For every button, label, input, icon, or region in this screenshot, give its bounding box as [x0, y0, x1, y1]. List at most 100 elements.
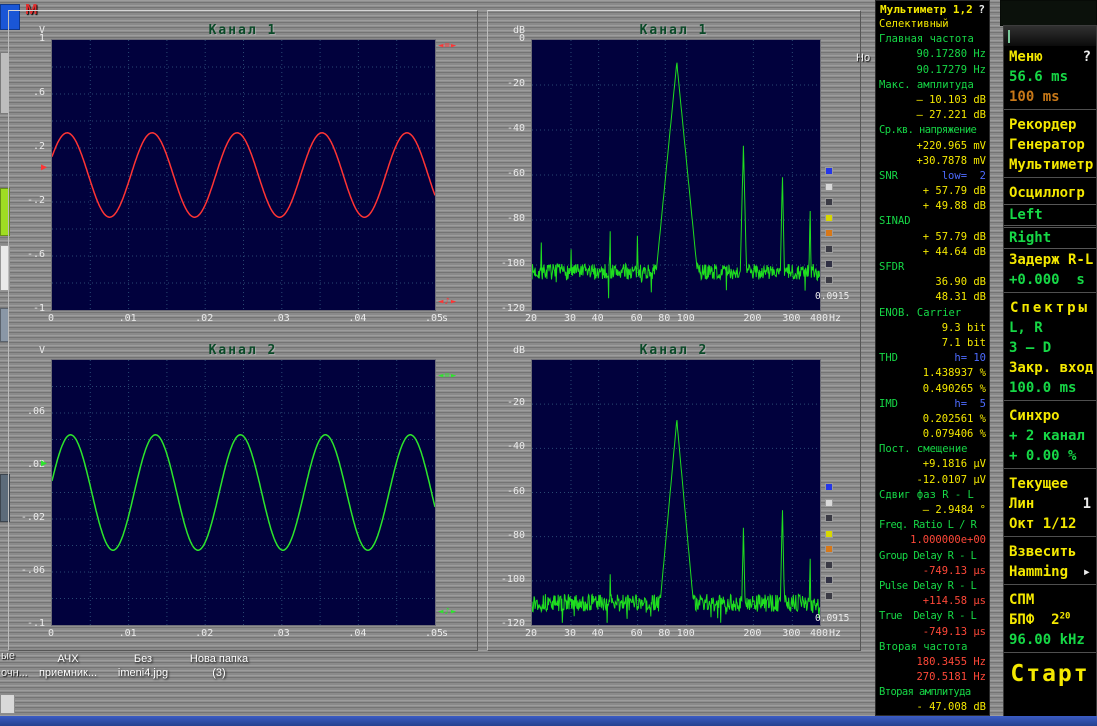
legend-swatch[interactable]	[825, 514, 833, 522]
control-item-octave[interactable]: Окт 1/12	[1004, 514, 1096, 534]
legend-swatch[interactable]	[825, 545, 833, 553]
metric-value: -12.0107 µV	[916, 473, 986, 486]
legend-swatch[interactable]	[825, 498, 833, 507]
legend-swatch[interactable]	[825, 275, 833, 284]
spectrum-plot-area[interactable]	[531, 359, 821, 626]
multimeter-row: 0.079406 %	[876, 427, 989, 442]
trigger-marker-icon[interactable]: ▶	[41, 162, 47, 174]
metric-label: SINAD	[879, 215, 911, 228]
control-item-current[interactable]: Текущее	[1004, 474, 1096, 494]
divider	[1004, 652, 1096, 656]
legend-swatch[interactable]	[825, 182, 833, 191]
legend-swatch[interactable]	[825, 560, 833, 569]
desktop-icon-label[interactable]: Без imeni4.jpg	[103, 652, 183, 680]
desktop-icon-label[interactable]: АЧХ приемник...	[28, 652, 108, 680]
control-item-lin[interactable]: Лин 1	[1004, 494, 1096, 514]
legend-swatch[interactable]	[825, 529, 833, 538]
legend-swatch[interactable]	[825, 198, 833, 206]
multimeter-row: Pulse Delay R - L	[876, 579, 989, 594]
multimeter-row: Пост. смещение	[876, 442, 989, 457]
scroll-control-icon[interactable]: ◄=►	[438, 41, 457, 51]
help-icon[interactable]: ?	[978, 3, 985, 16]
x-tick-label: .04	[348, 628, 367, 639]
trigger-marker-icon[interactable]: ▶	[41, 458, 47, 470]
multimeter-row: +9.1816 µV	[876, 457, 989, 472]
legend-swatch[interactable]	[825, 244, 833, 253]
x-tick-label: 60	[630, 628, 643, 639]
spectrum-plot-area[interactable]	[531, 39, 821, 311]
control-item-buffer-length[interactable]: 100 ms	[1004, 87, 1096, 107]
control-item-hamming[interactable]: Hamming ▸	[1004, 562, 1096, 582]
spectrum-trace	[531, 62, 821, 299]
multimeter-row: 270.5181 Hz	[876, 670, 989, 685]
multimeter-row: + 57.79 dB	[876, 230, 989, 245]
multimeter-row: + 44.64 dB	[876, 245, 989, 260]
legend-swatch[interactable]	[825, 576, 833, 584]
scroll-control-icon[interactable]: ◄♪►	[438, 607, 457, 617]
control-item-plus-2-channel[interactable]: + 2 канал	[1004, 426, 1096, 446]
control-item-label: Hamming	[1009, 564, 1069, 580]
y-tick-label: .02	[26, 459, 45, 470]
x-tick-label: 40	[591, 628, 604, 639]
control-item-menu[interactable]: Меню?	[1004, 47, 1096, 67]
y-tick-label: -60	[506, 168, 525, 179]
control-item-fft[interactable]: БПФ 220	[1004, 610, 1096, 630]
control-item-window-length[interactable]: 100.0 ms	[1004, 378, 1096, 398]
control-item-sync-percent[interactable]: + 0.00 %	[1004, 446, 1096, 466]
control-item-right[interactable]: Right	[1004, 227, 1096, 249]
x-tick-label: 200	[743, 628, 762, 639]
scroll-control-icon[interactable]: ◄♪►	[438, 297, 457, 307]
control-item-view-3d[interactable]: 3 – D	[1004, 338, 1096, 358]
x-tick-label: 200	[743, 313, 762, 324]
scroll-control-icon[interactable]: ◄=►	[438, 371, 457, 381]
control-item-spm[interactable]: СПМ	[1004, 590, 1096, 610]
legend-swatch[interactable]	[825, 167, 833, 175]
x-tick-label: .03	[271, 628, 290, 639]
control-item-oscilloscope[interactable]: Осциллогр	[1004, 183, 1096, 203]
control-item-label: 56.6 ms	[1009, 69, 1069, 85]
multimeter-panel: Мультиметр 1,2 ? Селективный Главная част…	[875, 0, 990, 716]
metric-value: +30.7878 mV	[916, 154, 986, 167]
legend-swatch[interactable]	[825, 229, 833, 237]
multimeter-row: 1.000000e+00	[876, 533, 989, 548]
multimeter-row: 48.31 dB	[876, 290, 989, 305]
control-item-time-window[interactable]: 56.6 ms	[1004, 67, 1096, 87]
control-item-delay-rl[interactable]: Задерж R-L	[1004, 250, 1096, 270]
control-item-extra[interactable]: 1	[1083, 494, 1091, 514]
control-item-start[interactable]: Старт	[1004, 658, 1096, 690]
metric-value: 0.079406 %	[922, 428, 986, 441]
oscilloscope-plot-area[interactable]	[51, 39, 436, 311]
control-item-sync[interactable]: Синхро	[1004, 406, 1096, 426]
control-item-left[interactable]: Left	[1004, 204, 1096, 226]
metric-value: 9.3 bit	[941, 321, 986, 334]
control-item-extra[interactable]: ?	[1083, 47, 1091, 67]
control-item-recorder[interactable]: Рекордер	[1004, 115, 1096, 135]
desktop-icon-label[interactable]: Нова папка (3)	[176, 652, 262, 680]
control-item-spectra[interactable]: Спектры	[1004, 298, 1096, 318]
y-axis-unit: dB	[512, 345, 525, 356]
multimeter-row: Сдвиг фаз R - L	[876, 488, 989, 503]
multimeter-row: 90.17279 Hz	[876, 63, 989, 78]
control-item-multimeter[interactable]: Мультиметр	[1004, 155, 1096, 175]
legend-swatch[interactable]	[825, 213, 833, 222]
legend-swatch[interactable]	[825, 260, 833, 268]
metric-value: 1.438937 %	[922, 367, 986, 380]
multimeter-row: + 49.88 dB	[876, 199, 989, 214]
control-item-sample-rate[interactable]: 96.00 kHz	[1004, 630, 1096, 650]
control-item-generator[interactable]: Генератор	[1004, 135, 1096, 155]
legend-swatch[interactable]	[825, 483, 833, 491]
oscilloscope-plot-area[interactable]	[51, 359, 436, 626]
control-item-extra[interactable]: ▸	[1083, 562, 1091, 582]
cursor-readout: 0.0915	[815, 613, 850, 624]
control-item-channels-lr[interactable]: L, R	[1004, 318, 1096, 338]
metric-value: 90.17279 Hz	[916, 63, 986, 76]
taskbar[interactable]	[0, 716, 1097, 726]
control-item-closed-input[interactable]: Закр. вход	[1004, 358, 1096, 378]
legend-swatch[interactable]	[825, 591, 833, 600]
control-item-weighting[interactable]: Взвесить	[1004, 542, 1096, 562]
control-item-delay-value[interactable]: +0.000 s	[1004, 270, 1096, 290]
multimeter-row: 180.3455 Hz	[876, 655, 989, 670]
divider	[1004, 468, 1096, 472]
multimeter-row: + 57.79 dB	[876, 184, 989, 199]
multimeter-row: Вторая амплитуда	[876, 685, 989, 700]
